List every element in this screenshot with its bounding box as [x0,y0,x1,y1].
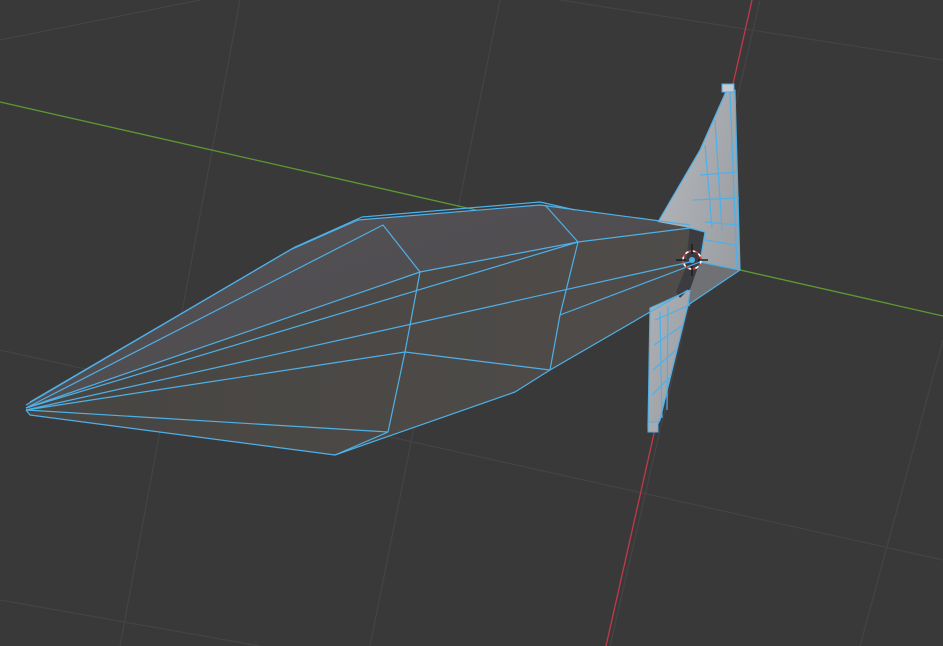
fin-top-tip [721,83,735,93]
viewport-canvas[interactable] [0,0,943,646]
object-origin-dot [689,257,695,263]
fin-bottom-tip [647,421,659,433]
3d-viewport[interactable] [0,0,943,646]
